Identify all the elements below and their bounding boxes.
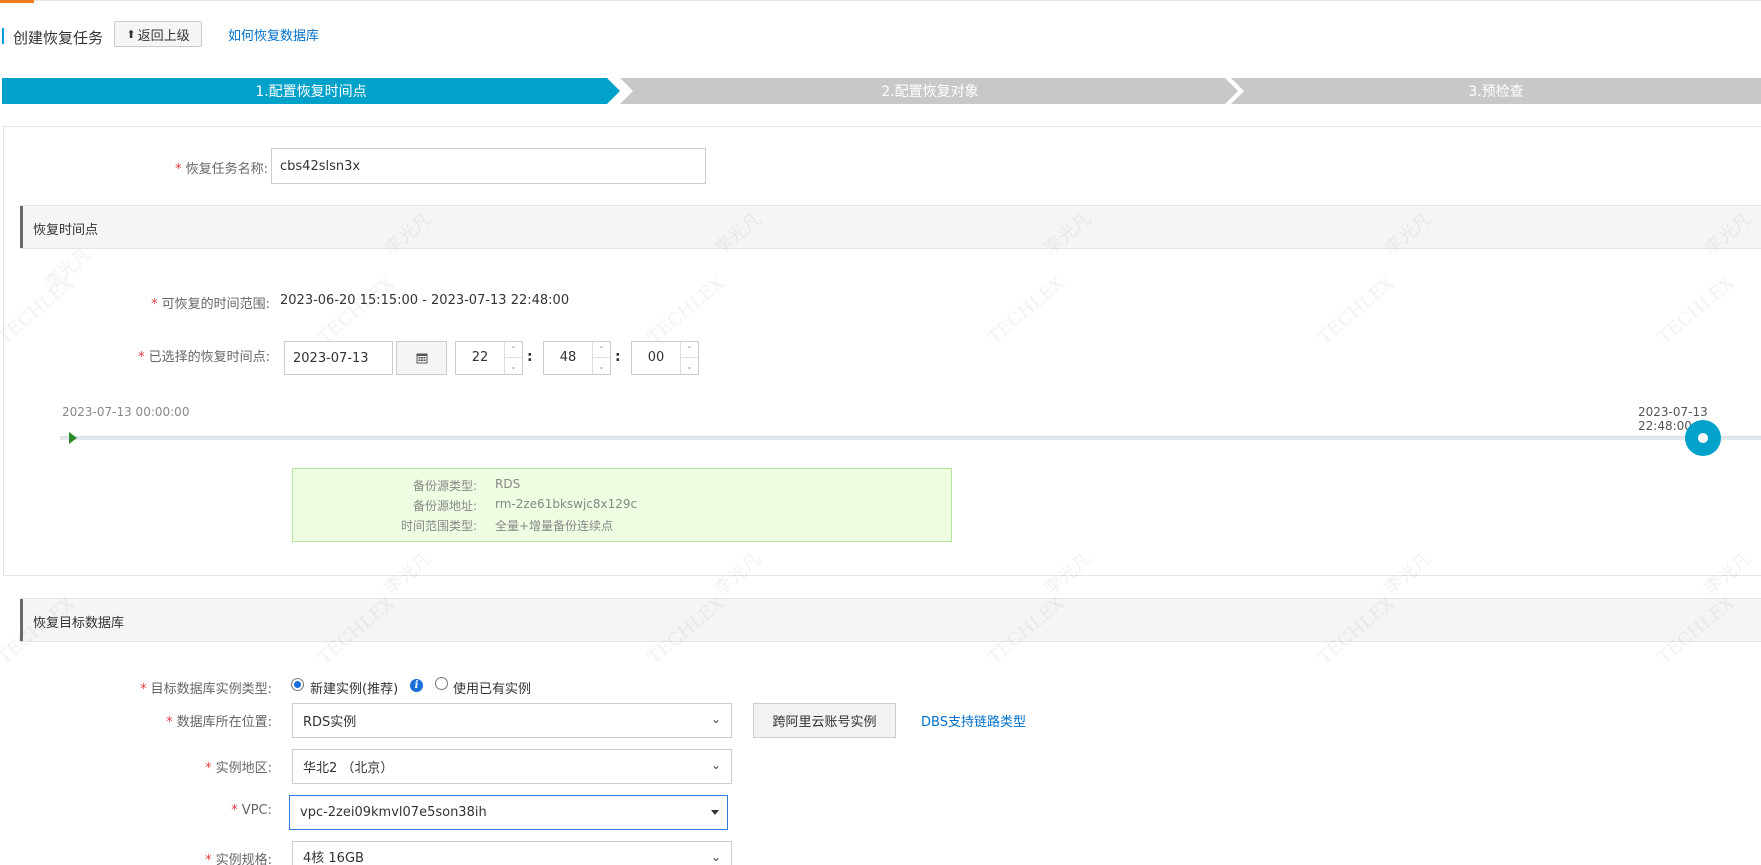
source-address-label: 备份源地址: bbox=[412, 499, 477, 513]
second-stepper[interactable]: 00 ⌃ ⌄ bbox=[631, 341, 699, 375]
minute-stepper[interactable]: 48 ⌃ ⌄ bbox=[543, 341, 611, 375]
task-name-input[interactable]: cbs42slsn3x bbox=[271, 148, 706, 184]
range-type-value: 全量+增量备份连续点 bbox=[495, 519, 614, 533]
chevron-up-icon[interactable]: ⌃ bbox=[505, 342, 522, 358]
spec-label: * 实例规格: bbox=[205, 853, 272, 865]
backup-info-box: 备份源类型: RDS 备份源地址: rm-2ze61bkswjc8x129c 时… bbox=[292, 468, 952, 542]
top-accent-bar bbox=[0, 0, 34, 3]
date-input[interactable]: 2023-07-13 bbox=[284, 341, 393, 375]
cross-account-button[interactable]: 跨阿里云账号实例 bbox=[753, 703, 896, 738]
instance-type-label: * 目标数据库实例类型: bbox=[140, 682, 272, 697]
timeline-track[interactable] bbox=[60, 436, 1761, 440]
caret-down-icon bbox=[711, 810, 719, 815]
chevron-up-icon[interactable]: ⌃ bbox=[593, 342, 610, 358]
page-header: 创建恢复任务 ⬆ 返回上级 如何恢复数据库 bbox=[0, 18, 1761, 48]
radio-existing-instance[interactable] bbox=[435, 677, 448, 690]
radio-existing-instance-label[interactable]: 使用已有实例 bbox=[453, 678, 531, 697]
calendar-button[interactable] bbox=[396, 341, 447, 375]
timeline-start-label: 2023-07-13 00:00:00 bbox=[62, 405, 190, 419]
source-type-label: 备份源类型: bbox=[412, 479, 477, 493]
back-button[interactable]: ⬆ 返回上级 bbox=[114, 21, 202, 47]
range-type-label: 时间范围类型: bbox=[400, 519, 477, 533]
vpc-select[interactable]: vpc-2zei09kmvl07e5son38ih bbox=[289, 795, 728, 830]
help-link[interactable]: 如何恢复数据库 bbox=[228, 25, 319, 44]
step-1: 1.配置恢复时间点 bbox=[2, 78, 620, 104]
source-address-value: rm-2ze61bkswjc8x129c bbox=[495, 497, 638, 511]
chevron-down-icon[interactable]: ⌄ bbox=[505, 358, 522, 374]
top-border bbox=[0, 0, 1761, 1]
spec-select[interactable]: 4核 16GB ⌄ bbox=[292, 841, 732, 865]
page-title: 创建恢复任务 bbox=[13, 29, 104, 47]
radio-new-instance-label[interactable]: 新建实例(推荐) bbox=[310, 678, 398, 697]
chevron-down-icon[interactable]: ⌄ bbox=[593, 358, 610, 374]
task-name-label: * 恢复任务名称: bbox=[175, 162, 268, 177]
source-type-value: RDS bbox=[495, 477, 521, 491]
restore-time-section-title: 恢复时间点 bbox=[33, 223, 99, 238]
back-button-label: 返回上级 bbox=[137, 28, 190, 44]
location-select[interactable]: RDS实例 ⌄ bbox=[292, 703, 732, 738]
timeline-handle[interactable] bbox=[1685, 420, 1721, 456]
hour-stepper[interactable]: 22 ⌃ ⌄ bbox=[455, 341, 523, 375]
timeline-start-marker bbox=[69, 432, 77, 444]
chevron-down-icon: ⌄ bbox=[710, 850, 721, 864]
chevron-down-icon: ⌄ bbox=[710, 758, 721, 772]
link-types-link[interactable]: DBS支持链路类型 bbox=[921, 711, 1026, 730]
title-accent-bar bbox=[2, 28, 4, 44]
region-select[interactable]: 华北2 （北京） ⌄ bbox=[292, 749, 732, 784]
region-label: * 实例地区: bbox=[205, 761, 272, 776]
chevron-down-icon: ⌄ bbox=[710, 712, 721, 726]
chevron-down-icon[interactable]: ⌄ bbox=[681, 358, 698, 374]
calendar-icon bbox=[416, 353, 427, 364]
step-3: 3.预检查 bbox=[1231, 78, 1761, 104]
chevron-up-icon[interactable]: ⌃ bbox=[681, 342, 698, 358]
restore-time-section-header: 恢复时间点 bbox=[20, 205, 1761, 249]
range-label: * 可恢复的时间范围: bbox=[151, 297, 270, 312]
target-db-section-header: 恢复目标数据库 bbox=[20, 598, 1761, 642]
wizard-steps: 1.配置恢复时间点 2.配置恢复对象 3.预检查 bbox=[2, 78, 1761, 104]
radio-new-instance[interactable] bbox=[291, 678, 304, 691]
vpc-label: * VPC: bbox=[231, 803, 272, 818]
info-icon[interactable]: i bbox=[410, 679, 423, 692]
range-value: 2023-06-20 15:15:00 - 2023-07-13 22:48:0… bbox=[280, 293, 570, 308]
arrow-up-icon: ⬆ bbox=[126, 27, 136, 41]
step-2: 2.配置恢复对象 bbox=[620, 78, 1238, 104]
location-label: * 数据库所在位置: bbox=[166, 715, 272, 730]
selected-time-label: * 已选择的恢复时间点: bbox=[138, 350, 270, 365]
